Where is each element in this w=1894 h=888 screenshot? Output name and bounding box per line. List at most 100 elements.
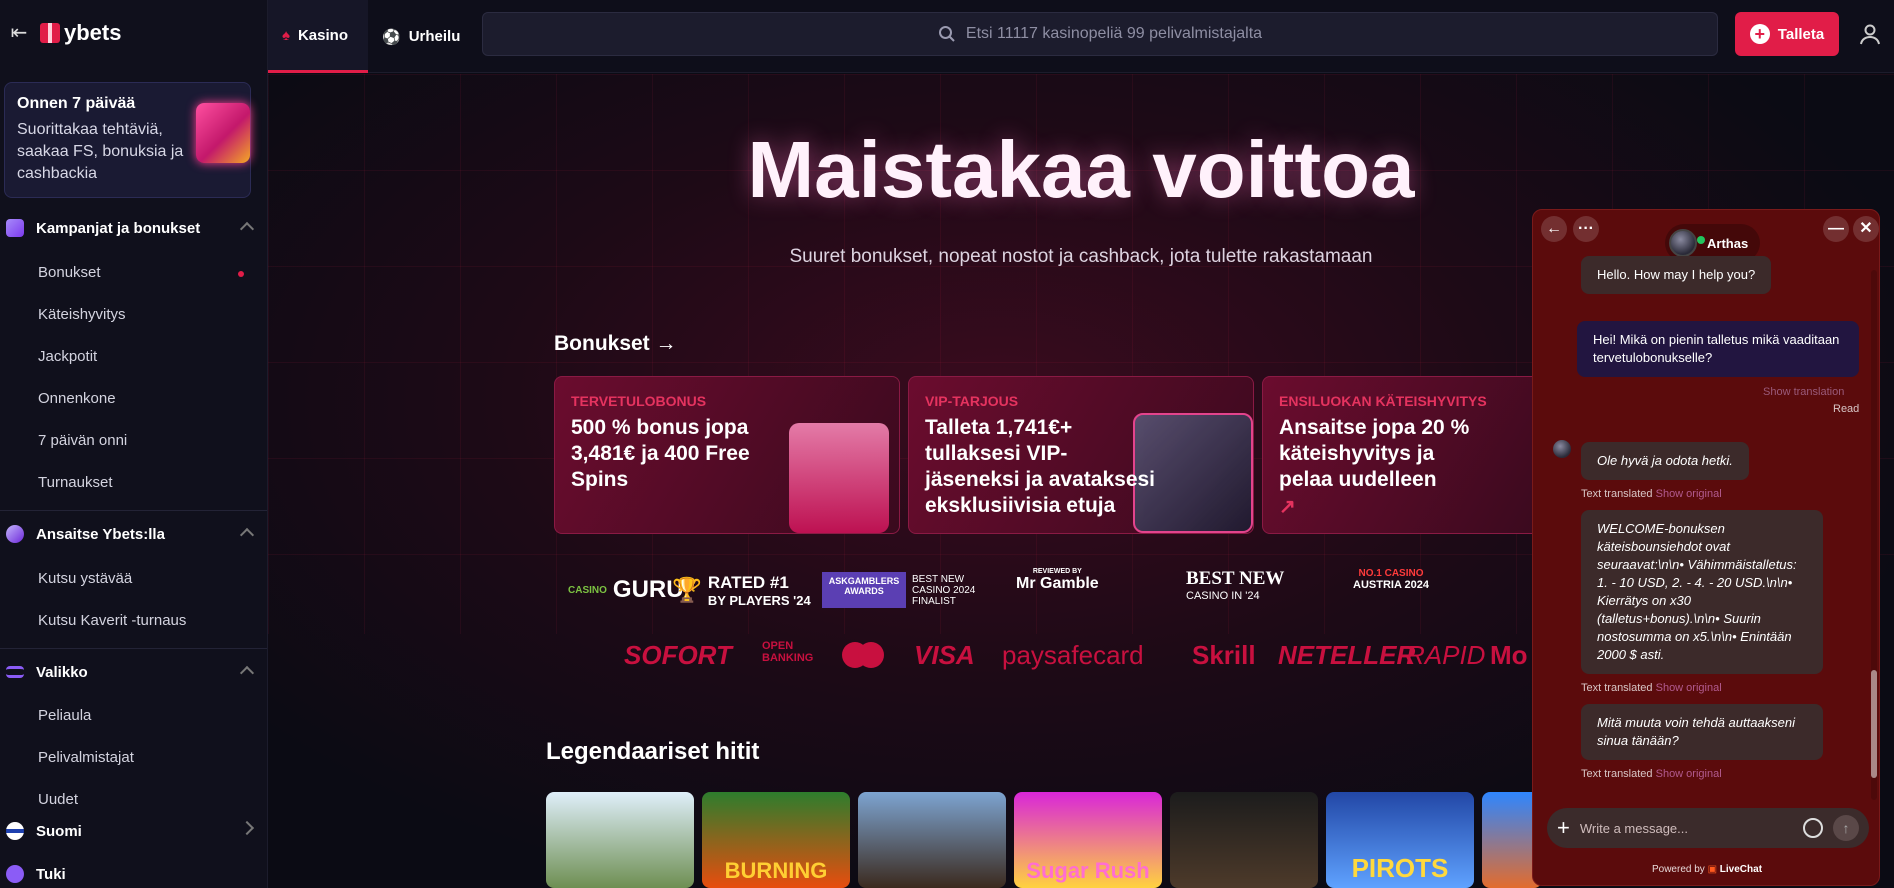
sidebar-header: ⇤ ybets (0, 0, 267, 66)
award-main-text: CASINO IN '24 (1186, 590, 1260, 602)
payment-sofort: SOFORT (624, 640, 732, 670)
sidebar-item-uudet[interactable]: Uudet (38, 791, 78, 808)
game-tile[interactable] (858, 792, 1006, 888)
section-menu-label: Valikko (36, 663, 88, 681)
cards-icon: ♠ (282, 26, 290, 44)
chevron-up-icon (239, 527, 255, 543)
chevron-up-icon (239, 221, 255, 237)
message-composer: + Write a message... ↑ (1547, 808, 1869, 848)
sidebar-item-turnaukset[interactable]: Turnaukset (38, 474, 112, 491)
sidebar-item-onnenkone[interactable]: Onnenkone (38, 390, 116, 407)
award-top-text: ASKGAMBLERS AWARDS (822, 572, 906, 608)
promo-card[interactable]: Onnen 7 päivää Suorittakaa tehtäviä, saa… (4, 82, 251, 198)
ball-icon: ⚽ (382, 28, 401, 46)
translation-note: Text translated Show original (1581, 768, 1722, 780)
show-translation-link[interactable]: Show translation (1763, 386, 1844, 398)
sidebar-item-bonukset[interactable]: Bonukset (38, 264, 101, 281)
send-arrow-icon[interactable]: ↑ (1833, 815, 1859, 841)
payment-more: Mo (1490, 640, 1528, 670)
game-tile[interactable]: PIROTS (1326, 792, 1474, 888)
chevron-right-icon (239, 820, 255, 836)
sidebar-item-peliaula[interactable]: Peliaula (38, 707, 91, 724)
chat-message-user: Hei! Mikä on pienin talletus mikä vaadit… (1577, 321, 1859, 377)
translation-note: Text translated Show original (1581, 488, 1722, 500)
search-placeholder: Etsi 11117 kasinopeliä 99 pelivalmistaja… (965, 25, 1263, 42)
agent-name: Arthas (1707, 235, 1749, 251)
promo-text: Suorittakaa tehtäviä, saakaa FS, bonuksi… (17, 121, 184, 182)
message-input[interactable]: Write a message... (1580, 821, 1793, 836)
game-tile[interactable]: Sugar Rush (1014, 792, 1162, 888)
chat-message-agent: Ole hyvä ja odota hetki. (1581, 442, 1749, 480)
chevron-up-icon (239, 665, 255, 681)
show-original-link[interactable]: Show original (1656, 488, 1722, 500)
game-tile[interactable] (546, 792, 694, 888)
live-chat-widget: ← ··· — ✕ Arthas Hello. How may I help y… (1532, 209, 1880, 886)
coins-icon (6, 525, 24, 543)
tab-kasino[interactable]: ♠ Kasino (268, 0, 368, 73)
bonus-card-cashback[interactable]: ENSILUOKAN KÄTEISHYVITYS Ansaitse jopa 2… (1262, 376, 1542, 534)
support-link[interactable]: Tuki (0, 856, 267, 888)
search-icon (938, 26, 955, 42)
award-mr-gamble: REVIEWED BY Mr Gamble (1016, 568, 1099, 612)
sidebar-item-kateishyvitys[interactable]: Käteishyvitys (38, 306, 126, 323)
user-icon[interactable] (1858, 22, 1882, 46)
bonus-card-tag: VIP-TARJOUS (925, 393, 1019, 409)
section-menu[interactable]: Valikko (0, 654, 267, 690)
support-label: Tuki (36, 865, 66, 883)
emoji-icon[interactable] (1803, 818, 1823, 838)
powered-prefix: Powered by (1651, 864, 1705, 875)
chat-scrollbar[interactable] (1871, 270, 1877, 800)
bonus-card-vip[interactable]: VIP-TARJOUS Talleta 1,741€+ tullaksesi V… (908, 376, 1254, 534)
game-title: Sugar Rush (1026, 858, 1150, 883)
livechat-logo-icon: ▣ (1707, 864, 1718, 875)
finland-flag-icon (6, 822, 24, 840)
sidebar-item-kutsu-kaverit[interactable]: Kutsu Kaverit -turnaus (38, 612, 186, 629)
language-label: Suomi (36, 822, 82, 840)
close-icon[interactable]: ✕ (1853, 216, 1879, 242)
game-tile[interactable] (1170, 792, 1318, 888)
payment-paysafecard: paysafecard (1002, 640, 1144, 670)
deposit-button[interactable]: + Talleta (1735, 12, 1839, 56)
avatar (1553, 440, 1571, 458)
sidebar-item-pelivalmistajat[interactable]: Pelivalmistajat (38, 749, 134, 766)
hero-title: Maistakaa voittoa (747, 125, 1415, 214)
search-input[interactable]: Etsi 11117 kasinopeliä 99 pelivalmistaja… (482, 12, 1718, 56)
payment-rapid: RAPID (1406, 640, 1486, 670)
language-selector[interactable]: Suomi (0, 813, 267, 849)
collapse-sidebar-icon[interactable]: ⇤ (8, 22, 30, 44)
show-original-link[interactable]: Show original (1656, 768, 1722, 780)
sidebar: ⇤ ybets Onnen 7 päivää Suorittakaa tehtä… (0, 0, 268, 888)
divider (0, 648, 267, 649)
attach-plus-icon[interactable]: + (1557, 815, 1570, 841)
more-options-icon[interactable]: ··· (1573, 216, 1599, 242)
payment-visa: VISA (914, 640, 975, 670)
chat-message-agent: Hello. How may I help you? (1581, 256, 1772, 294)
bonus-card-text: 500 % bonus jopa 3,481€ ja 400 Free Spin… (571, 416, 750, 491)
show-original-link[interactable]: Show original (1656, 682, 1722, 694)
logo[interactable]: ybets (40, 20, 121, 46)
tab-kasino-label: Kasino (297, 26, 348, 44)
trophy-icon: 🏆 (672, 576, 702, 604)
sidebar-item-jackpotit[interactable]: Jackpotit (38, 348, 97, 365)
game-tile[interactable]: BURNING (702, 792, 850, 888)
payment-skrill: Skrill (1192, 640, 1256, 670)
minimize-icon[interactable]: — (1823, 216, 1849, 242)
bonus-card-text: Ansaitse jopa 20 % käteishyvitys ja pela… (1279, 416, 1470, 491)
back-arrow-icon[interactable]: ← (1541, 216, 1567, 242)
bonus-card-welcome[interactable]: TERVETULOBONUS 500 % bonus jopa 3,481€ j… (554, 376, 900, 534)
award-casino-guru: CASINO GURU (568, 568, 684, 612)
bonuses-title[interactable]: Bonukset → (554, 332, 677, 356)
read-receipt: Read (1833, 403, 1860, 415)
award-top-text: REVIEWED BY (1032, 568, 1082, 575)
scrollbar-thumb[interactable] (1871, 670, 1877, 778)
section-campaigns[interactable]: Kampanjat ja bonukset (0, 210, 267, 246)
sidebar-item-kutsu-ystavaa[interactable]: Kutsu ystävää (38, 570, 132, 587)
section-earn-label: Ansaitse Ybets:lla (36, 525, 165, 543)
tab-urheilu[interactable]: ⚽ Urheilu (368, 0, 474, 73)
powered-by[interactable]: Powered by ▣ LiveChat (1533, 864, 1879, 875)
sidebar-item-7-paivan-onni[interactable]: 7 päivän onni (38, 432, 127, 449)
notification-dot (238, 271, 244, 277)
section-earn[interactable]: Ansaitse Ybets:lla (0, 516, 267, 552)
chat-bubble-icon (6, 865, 24, 883)
award-main-text: Mr Gamble (1016, 575, 1099, 592)
